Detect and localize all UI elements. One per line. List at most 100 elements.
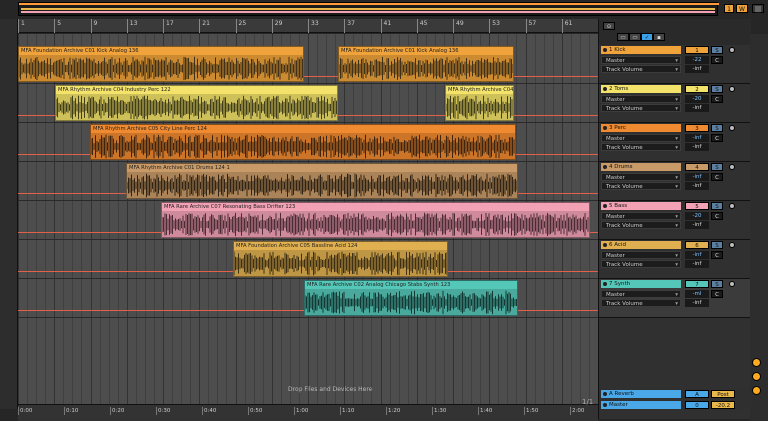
record-orb-icon[interactable]	[752, 372, 761, 381]
sends-toggle-icon[interactable]: ▭	[629, 33, 641, 41]
overview-menu-icon[interactable]: |||	[752, 4, 764, 13]
solo-button[interactable]: S	[711, 46, 723, 54]
solo-button[interactable]: S	[711, 280, 723, 288]
volume-display[interactable]: -inf	[685, 173, 709, 181]
audio-clip[interactable]: MFA Rare Archive C02 Analog Chicago Stab…	[304, 280, 518, 316]
arm-icon[interactable]	[729, 203, 735, 209]
arm-icon[interactable]	[729, 164, 735, 170]
time-ruler[interactable]: 0:00 0:10 0:20 0:30 0:40 0:50 1:00 1:10 1:20 1:30…	[18, 404, 598, 421]
output-select[interactable]: Master ▾	[601, 290, 681, 298]
automation-select[interactable]: Track Volume ▾	[601, 299, 681, 307]
output-select[interactable]: Master ▾	[601, 56, 681, 64]
return-activator[interactable]: 0	[685, 401, 709, 409]
track-name[interactable]: 1 Kick	[601, 46, 681, 54]
pan-display[interactable]: C	[711, 173, 723, 181]
pan-display[interactable]: C	[711, 212, 723, 220]
arrangement-overview[interactable]	[18, 2, 719, 16]
return-track[interactable]: Master 0 -20.2	[599, 400, 751, 410]
track-fold-icon[interactable]	[603, 282, 607, 286]
audio-clip[interactable]: MFA Foundation Archive C01 Kick Analog 1…	[18, 46, 304, 82]
returns-toggle-icon[interactable]: ✓	[641, 33, 653, 41]
return-extra[interactable]: Post	[711, 390, 735, 398]
track-fold-icon[interactable]	[603, 243, 607, 247]
track-activator[interactable]: 3	[685, 124, 709, 132]
track-name[interactable]: 3 Perc	[601, 124, 681, 132]
volume-secondary[interactable]: -inf	[685, 143, 709, 151]
audio-clip[interactable]: MFA Rhythm Archive C04	[445, 85, 514, 121]
volume-secondary[interactable]: -inf	[685, 260, 709, 268]
track-fold-icon[interactable]	[603, 204, 607, 208]
track-fold-icon[interactable]	[603, 126, 607, 130]
track-name[interactable]: 4 Drums	[601, 163, 681, 171]
track-name[interactable]: 6 Acid	[601, 241, 681, 249]
track-fold-icon[interactable]	[603, 403, 607, 407]
pan-display[interactable]: C	[711, 134, 723, 142]
volume-secondary[interactable]: -inf	[685, 65, 709, 73]
overview-button-1[interactable]: 1	[724, 4, 734, 13]
automation-select[interactable]: Track Volume ▾	[601, 104, 681, 112]
audio-clip[interactable]: MFA Foundation Archive C01 Kick Analog 1…	[338, 46, 514, 82]
pan-display[interactable]: C	[711, 95, 723, 103]
overview-button-w[interactable]: W	[736, 4, 748, 13]
output-select[interactable]: Master ▾	[601, 212, 681, 220]
mixer-track[interactable]: 4 Drums Master ▾ Track Volume ▾ 4 S -inf C -inf	[599, 162, 751, 201]
track-name[interactable]: 5 Bass	[601, 202, 681, 210]
track-activator[interactable]: 5	[685, 202, 709, 210]
volume-secondary[interactable]: -inf	[685, 182, 709, 190]
volume-secondary[interactable]: -inf	[685, 221, 709, 229]
automation-select[interactable]: Track Volume ▾	[601, 65, 681, 73]
volume-display[interactable]: -inf	[685, 251, 709, 259]
audio-clip[interactable]: MFA Rare Archive C07 Resonating Bass Dri…	[161, 202, 590, 238]
track-fold-icon[interactable]	[603, 48, 607, 52]
mixer-track[interactable]: 2 Toms Master ▾ Track Volume ▾ 2 S -20 C -inf	[599, 84, 751, 123]
automation-select[interactable]: Track Volume ▾	[601, 143, 681, 151]
record-orb-icon[interactable]	[752, 358, 761, 367]
arm-icon[interactable]	[729, 47, 735, 53]
track-activator[interactable]: 7	[685, 280, 709, 288]
solo-button[interactable]: S	[711, 163, 723, 171]
track-activator[interactable]: 6	[685, 241, 709, 249]
volume-display[interactable]: -inf	[685, 134, 709, 142]
audio-clip[interactable]: MFA Rhythm Archive C04 Industry Perc 122	[55, 85, 338, 121]
return-activator[interactable]: A	[685, 390, 709, 398]
output-select[interactable]: Master ▾	[601, 134, 681, 142]
lock-icon[interactable]: ▪	[653, 33, 665, 41]
track-activator[interactable]: 1	[685, 46, 709, 54]
audio-clip[interactable]: MFA Rhythm Archive C01 Drums 124 1	[126, 163, 518, 199]
audio-clip[interactable]: MFA Foundation Archive C05 Bassline Acid…	[233, 241, 448, 277]
arm-icon[interactable]	[729, 86, 735, 92]
automation-select[interactable]: Track Volume ▾	[601, 221, 681, 229]
automation-select[interactable]: Track Volume ▾	[601, 182, 681, 190]
return-track-name[interactable]: A Reverb	[601, 390, 681, 398]
arm-icon[interactable]	[729, 242, 735, 248]
volume-display[interactable]: -20	[685, 95, 709, 103]
solo-button[interactable]: S	[711, 124, 723, 132]
solo-button[interactable]: S	[711, 85, 723, 93]
pan-display[interactable]: C	[711, 290, 723, 298]
track-fold-icon[interactable]	[603, 165, 607, 169]
volume-display[interactable]: -ml	[685, 290, 709, 298]
io-toggle-icon[interactable]: ⊙	[603, 22, 615, 30]
track-name[interactable]: 2 Toms	[601, 85, 681, 93]
track-fold-icon[interactable]	[603, 392, 607, 396]
track-fold-icon[interactable]	[603, 87, 607, 91]
mixer-toggle-icon[interactable]: ▭	[617, 33, 629, 41]
bar-ruler[interactable]: 1591317212529333741454953576165	[18, 19, 609, 33]
volume-display[interactable]: -20	[685, 212, 709, 220]
volume-display[interactable]: -22	[685, 56, 709, 64]
volume-secondary[interactable]: -inf	[685, 104, 709, 112]
mixer-track[interactable]: 5 Bass Master ▾ Track Volume ▾ 5 S -20 C -inf	[599, 201, 751, 240]
arm-icon[interactable]	[729, 125, 735, 131]
mixer-track[interactable]: 6 Acid Master ▾ Track Volume ▾ 6 S -inf C -inf	[599, 240, 751, 279]
output-select[interactable]: Master ▾	[601, 95, 681, 103]
mixer-track[interactable]: 7 Synth Master ▾ Track Volume ▾ 7 S -ml C -inf	[599, 279, 751, 318]
output-select[interactable]: Master ▾	[601, 173, 681, 181]
mixer-track[interactable]: 3 Perc Master ▾ Track Volume ▾ 3 S -inf C -inf	[599, 123, 751, 162]
track-activator[interactable]: 2	[685, 85, 709, 93]
return-track-name[interactable]: Master	[601, 401, 681, 409]
return-extra[interactable]: -20.2	[711, 401, 735, 409]
pan-display[interactable]: C	[711, 251, 723, 259]
overview-selection[interactable]	[19, 3, 719, 5]
arm-icon[interactable]	[729, 281, 735, 287]
audio-clip[interactable]: MFA Rhythm Archive C05 City Line Perc 12…	[90, 124, 516, 160]
